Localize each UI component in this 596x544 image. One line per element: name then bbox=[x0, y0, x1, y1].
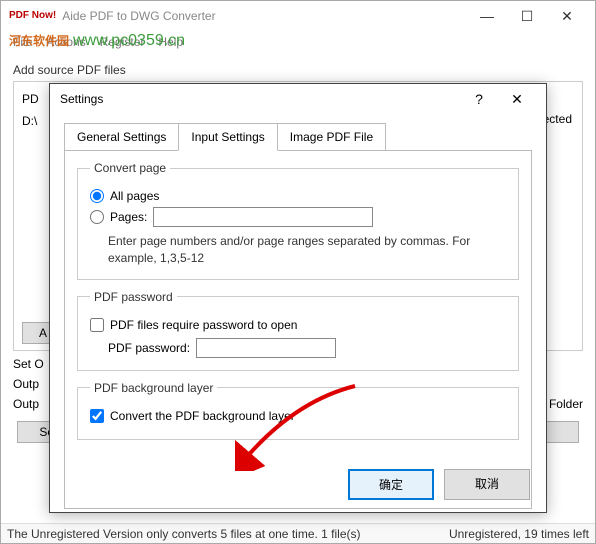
tab-strip: General Settings Input Settings Image PD… bbox=[64, 122, 532, 150]
dialog-title: Settings bbox=[60, 92, 103, 106]
dialog-help-icon[interactable]: ? bbox=[460, 85, 498, 113]
radio-all-pages[interactable] bbox=[90, 189, 104, 203]
file-path: D:\ bbox=[22, 114, 37, 128]
tab-input[interactable]: Input Settings bbox=[178, 123, 277, 151]
settings-dialog: Settings ? ✕ General Settings Input Sett… bbox=[49, 83, 547, 513]
dialog-close-icon[interactable]: ✕ bbox=[498, 85, 536, 113]
menubar: File Actions Register Help 河东软件园www.pc03… bbox=[1, 31, 595, 53]
checkbox-convert-background[interactable] bbox=[90, 409, 104, 423]
add-source-label: Add source PDF files bbox=[13, 63, 583, 77]
menu-register[interactable]: Register bbox=[100, 35, 145, 49]
col-header-pd: PD bbox=[22, 92, 39, 106]
group-pdf-password: PDF password PDF files require password … bbox=[77, 290, 519, 371]
tab-pane-input: Convert page All pages Pages: Enter page… bbox=[64, 150, 532, 509]
label-all-pages: All pages bbox=[110, 189, 159, 203]
window-controls: — ☐ ✕ bbox=[467, 2, 587, 30]
radio-pages[interactable] bbox=[90, 210, 104, 224]
hint-page-range: Enter page numbers and/or page ranges se… bbox=[108, 233, 506, 267]
label-require-password: PDF files require password to open bbox=[110, 318, 297, 332]
output-label-1: Outp bbox=[13, 377, 49, 391]
dialog-body: General Settings Input Settings Image PD… bbox=[50, 114, 546, 509]
label-pages: Pages: bbox=[110, 210, 147, 224]
maximize-button[interactable]: ☐ bbox=[507, 2, 547, 30]
app-logo: PDF Now! bbox=[9, 11, 56, 21]
status-right: Unregistered, 19 times left bbox=[449, 527, 589, 541]
window-title: Aide PDF to DWG Converter bbox=[62, 9, 215, 23]
group-background-layer: PDF background layer Convert the PDF bac… bbox=[77, 381, 519, 440]
minimize-button[interactable]: — bbox=[467, 2, 507, 30]
checkbox-require-password[interactable] bbox=[90, 318, 104, 332]
menu-help[interactable]: Help bbox=[158, 35, 183, 49]
main-window-titlebar: PDF Now! Aide PDF to DWG Converter — ☐ ✕ bbox=[1, 1, 595, 31]
close-button[interactable]: ✕ bbox=[547, 2, 587, 30]
output-label-2: Outp bbox=[13, 397, 49, 411]
label-convert-background: Convert the PDF background layer bbox=[110, 409, 295, 423]
tab-general[interactable]: General Settings bbox=[64, 123, 179, 151]
menu-file[interactable]: File bbox=[13, 35, 32, 49]
status-left: The Unregistered Version only converts 5… bbox=[7, 527, 361, 541]
label-pdf-password: PDF password: bbox=[108, 341, 190, 355]
statusbar: The Unregistered Version only converts 5… bbox=[1, 523, 595, 543]
legend-pdf-password: PDF password bbox=[90, 290, 177, 304]
set-output-fragment: Set O bbox=[13, 357, 49, 371]
input-page-range[interactable] bbox=[153, 207, 373, 227]
legend-background-layer: PDF background layer bbox=[90, 381, 217, 395]
dialog-titlebar: Settings ? ✕ bbox=[50, 84, 546, 114]
legend-convert-page: Convert page bbox=[90, 161, 170, 175]
menu-actions[interactable]: Actions bbox=[46, 35, 85, 49]
input-pdf-password[interactable] bbox=[196, 338, 336, 358]
group-convert-page: Convert page All pages Pages: Enter page… bbox=[77, 161, 519, 280]
tab-image[interactable]: Image PDF File bbox=[277, 123, 386, 151]
